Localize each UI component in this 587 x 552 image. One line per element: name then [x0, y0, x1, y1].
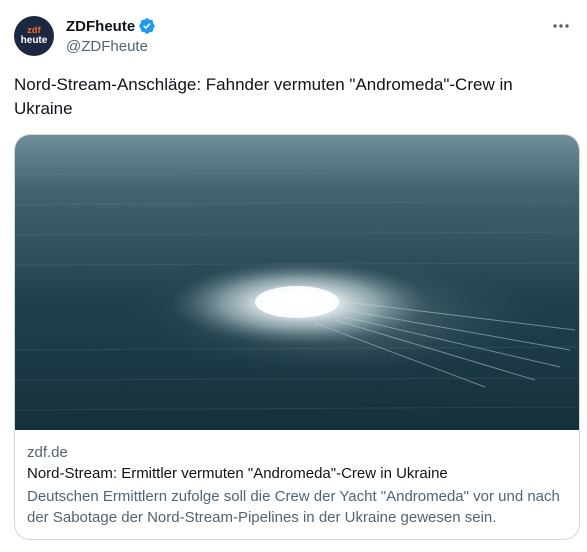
more-options-button[interactable] — [549, 14, 573, 38]
avatar-logo-heute: heute — [20, 35, 48, 46]
verified-badge-icon — [139, 18, 155, 34]
author-info: ZDFheute @ZDFheute — [66, 16, 156, 55]
card-domain: zdf.de — [27, 444, 68, 461]
avatar[interactable]: zdf heute — [14, 16, 54, 56]
link-card[interactable]: zdf.de Nord-Stream: Ermittler vermuten "… — [14, 134, 580, 540]
avatar-logo-zdf: zdf — [27, 25, 41, 35]
display-name[interactable]: ZDFheute — [66, 18, 135, 35]
more-horizontal-icon — [553, 24, 569, 28]
card-image[interactable] — [15, 135, 579, 430]
card-body: zdf.de Nord-Stream: Ermittler vermuten "… — [27, 443, 567, 528]
tweet: zdf heute ZDFheute @ZDFheute Nord-Stream… — [0, 0, 587, 552]
card-description: Deutschen Ermittlern zufolge soll die Cr… — [27, 488, 560, 526]
tweet-text: Nord-Stream-Anschläge: Fahnder vermuten … — [14, 75, 513, 118]
card-title[interactable]: Nord-Stream: Ermittler vermuten "Androme… — [27, 464, 567, 484]
handle[interactable]: @ZDFheute — [66, 38, 156, 55]
